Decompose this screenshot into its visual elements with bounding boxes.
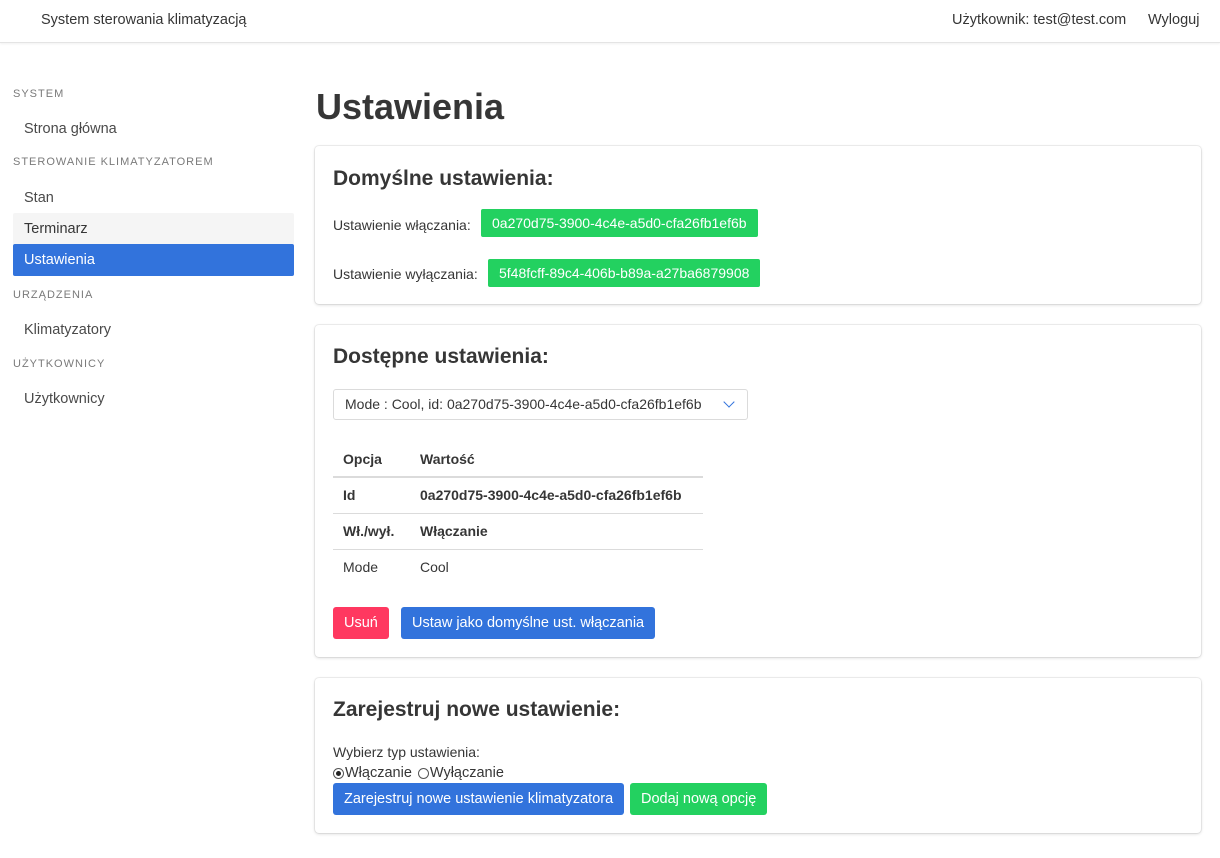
delete-setting-button[interactable]: Usuń (333, 607, 389, 639)
radio-off[interactable] (417, 767, 429, 779)
radio-on[interactable] (333, 767, 344, 779)
table-row: Id 0a270d75-3900-4c4e-a5d0-cfa26fb1ef6b (333, 477, 703, 514)
register-setting-title: Zarejestruj nowe ustawienie: (333, 698, 621, 721)
default-settings-card: Domyślne ustawienia: Ustawienie włączani… (315, 146, 1201, 304)
sidebar-item-settings[interactable]: Ustawienia (13, 244, 294, 276)
available-settings-card: Dostępne ustawienia: Mode : Cool, id: 0a… (315, 325, 1201, 657)
chevron-down-icon (723, 396, 735, 408)
sidebar-item-state[interactable]: Stan (13, 182, 294, 214)
on-setting-tag: 0a270d75-3900-4c4e-a5d0-cfa26fb1ef6b (481, 209, 758, 237)
sidebar-item-air-conditioners[interactable]: Klimatyzatory (13, 314, 294, 346)
radio-on-label[interactable]: Włączanie (345, 765, 412, 781)
logout-link[interactable]: Wyloguj (1148, 12, 1199, 28)
table-cell-value: Cool (420, 559, 449, 576)
table-cell-key: Wł./wył. (333, 513, 410, 550)
setting-type-radio-group: Włączanie Wyłączanie (333, 765, 504, 781)
app-brand[interactable]: System sterowania klimatyzacją (41, 12, 247, 28)
sidebar-item-home[interactable]: Strona główna (13, 113, 294, 145)
current-user-label: Użytkownik: test@test.com (952, 12, 1127, 28)
add-option-button[interactable]: Dodaj nową opcję (630, 783, 768, 815)
table-row: Mode Cool (333, 549, 703, 585)
menu-label-devices: Urządzenia (13, 289, 94, 301)
table-cell-key: Mode (343, 559, 379, 576)
on-setting-label: Ustawienie włączania: (333, 217, 471, 233)
off-setting-tag: 5f48fcff-89c4-406b-b89a-a27ba6879908 (488, 259, 761, 287)
table-header-value: Wartość (410, 441, 703, 478)
page-title: Ustawienia (316, 86, 505, 127)
table-cell-value: Włączanie (410, 513, 703, 550)
table-header-option: Opcja (333, 441, 410, 478)
menu-label-users: Użytkownicy (13, 358, 106, 370)
table-header-row: Opcja Wartość (333, 441, 703, 478)
setting-select-value: Mode : Cool, id: 0a270d75-3900-4c4e-a5d0… (345, 396, 702, 412)
menu-label-system: System (13, 88, 65, 100)
sidebar-item-users[interactable]: Użytkownicy (13, 383, 294, 415)
register-setting-button[interactable]: Zarejestruj nowe ustawienie klimatyzator… (333, 783, 625, 815)
setting-options-table: Opcja Wartość Id 0a270d75-3900-4c4e-a5d0… (333, 441, 703, 585)
radio-off-label[interactable]: Wyłączanie (430, 765, 504, 781)
register-setting-card: Zarejestruj nowe ustawienie: Wybierz typ… (315, 678, 1201, 833)
table-cell-value: 0a270d75-3900-4c4e-a5d0-cfa26fb1ef6b (410, 477, 703, 514)
set-default-on-button[interactable]: Ustaw jako domyślne ust. włączania (401, 607, 656, 639)
top-navbar: System sterowania klimatyzacją Użytkowni… (0, 0, 1220, 43)
table-cell-key: Id (333, 477, 410, 514)
sidebar-item-schedule[interactable]: Terminarz (13, 213, 294, 245)
setting-select[interactable]: Mode : Cool, id: 0a270d75-3900-4c4e-a5d0… (333, 389, 748, 420)
menu-label-ac-control: Sterowanie klimatyzatorem (13, 156, 214, 168)
available-settings-title: Dostępne ustawienia: (333, 345, 549, 368)
default-settings-title: Domyślne ustawienia: (333, 167, 554, 190)
off-setting-label: Ustawienie wyłączania: (333, 266, 478, 282)
table-row: Wł./wył. Włączanie (333, 513, 703, 550)
setting-type-label: Wybierz typ ustawienia: (333, 744, 480, 760)
